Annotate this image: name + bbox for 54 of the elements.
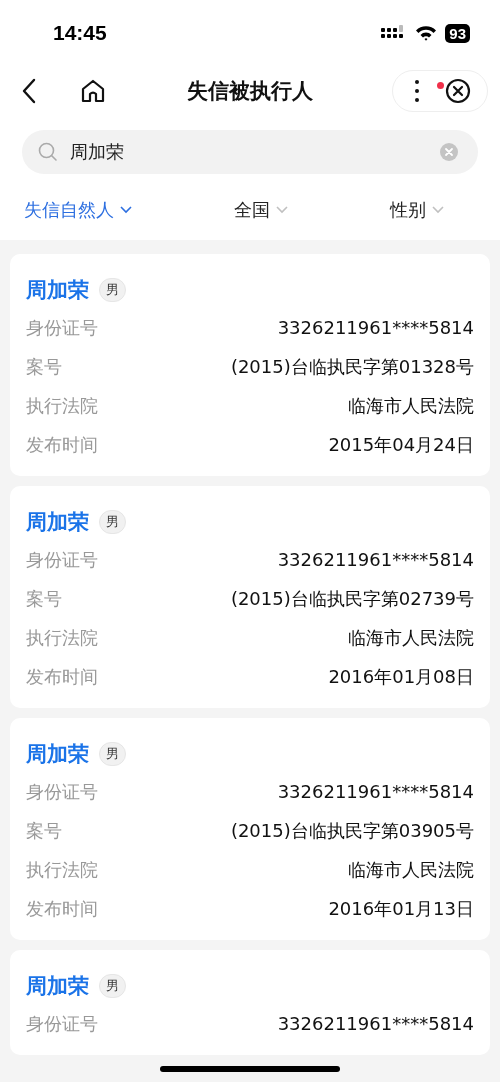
field-value: 2016年01月08日 <box>328 664 474 689</box>
field-label: 案号 <box>26 818 62 843</box>
result-card[interactable]: 周加荣 男 身份证号 3326211961****5814 案号 (2015)台临执民字第01328号 执行法院 临海市人民法院 发布时间 2015年04月24日 <box>10 254 490 476</box>
field-label: 案号 <box>26 354 62 379</box>
chevron-down-icon <box>276 206 288 214</box>
field-label: 发布时间 <box>26 432 98 457</box>
field-label: 执行法院 <box>26 625 98 650</box>
gender-tag: 男 <box>99 510 126 534</box>
field-label: 案号 <box>26 586 62 611</box>
chevron-down-icon <box>120 206 132 214</box>
field-label: 身份证号 <box>26 779 98 804</box>
field-label: 执行法院 <box>26 857 98 882</box>
battery-level: 93 <box>445 23 470 43</box>
search-icon <box>38 142 58 162</box>
person-name: 周加荣 <box>26 277 89 304</box>
result-card[interactable]: 周加荣 男 身份证号 3326211961****5814 <box>10 950 490 1055</box>
field-value: 3326211961****5814 <box>277 781 474 802</box>
field-label: 身份证号 <box>26 547 98 572</box>
field-label: 发布时间 <box>26 896 98 921</box>
more-icon <box>415 80 419 102</box>
person-name: 周加荣 <box>26 973 89 1000</box>
field-value: 3326211961****5814 <box>277 317 474 338</box>
chevron-down-icon <box>432 206 444 214</box>
page-title: 失信被执行人 <box>187 78 313 105</box>
result-card[interactable]: 周加荣 男 身份证号 3326211961****5814 案号 (2015)台临执民字第02739号 执行法院 临海市人民法院 发布时间 2016年01月08日 <box>10 486 490 708</box>
search-field[interactable]: 周加荣 <box>22 130 478 174</box>
field-value: 3326211961****5814 <box>277 549 474 570</box>
field-value: 临海市人民法院 <box>348 625 474 650</box>
gender-tag: 男 <box>99 974 126 998</box>
person-name: 周加荣 <box>26 509 89 536</box>
close-icon <box>445 78 471 104</box>
back-icon <box>22 78 36 104</box>
field-value: 临海市人民法院 <box>348 857 474 882</box>
home-icon <box>80 78 106 104</box>
filter-dropdown[interactable]: 失信自然人 <box>24 198 132 222</box>
field-label: 身份证号 <box>26 1011 98 1036</box>
field-value: (2015)台临执民字第02739号 <box>230 586 474 611</box>
field-value: 3326211961****5814 <box>277 1013 474 1034</box>
wifi-icon <box>415 25 438 41</box>
field-value: 临海市人民法院 <box>348 393 474 418</box>
field-value: 2015年04月24日 <box>328 432 474 457</box>
gender-tag: 男 <box>99 742 126 766</box>
field-value: 2016年01月13日 <box>328 896 474 921</box>
field-value: (2015)台临执民字第01328号 <box>230 354 474 379</box>
field-value: (2015)台临执民字第03905号 <box>230 818 474 843</box>
person-name: 周加荣 <box>26 741 89 768</box>
status-time: 14:45 <box>53 21 107 45</box>
result-card[interactable]: 周加荣 男 身份证号 3326211961****5814 案号 (2015)台临执民字第03905号 执行法院 临海市人民法院 发布时间 2016年01月13日 <box>10 718 490 940</box>
field-label: 执行法院 <box>26 393 98 418</box>
gender-tag: 男 <box>99 278 126 302</box>
field-label: 身份证号 <box>26 315 98 340</box>
filter-dropdown[interactable]: 全国 <box>234 198 288 222</box>
field-label: 发布时间 <box>26 664 98 689</box>
filter-dropdown[interactable]: 性别 <box>390 198 444 222</box>
